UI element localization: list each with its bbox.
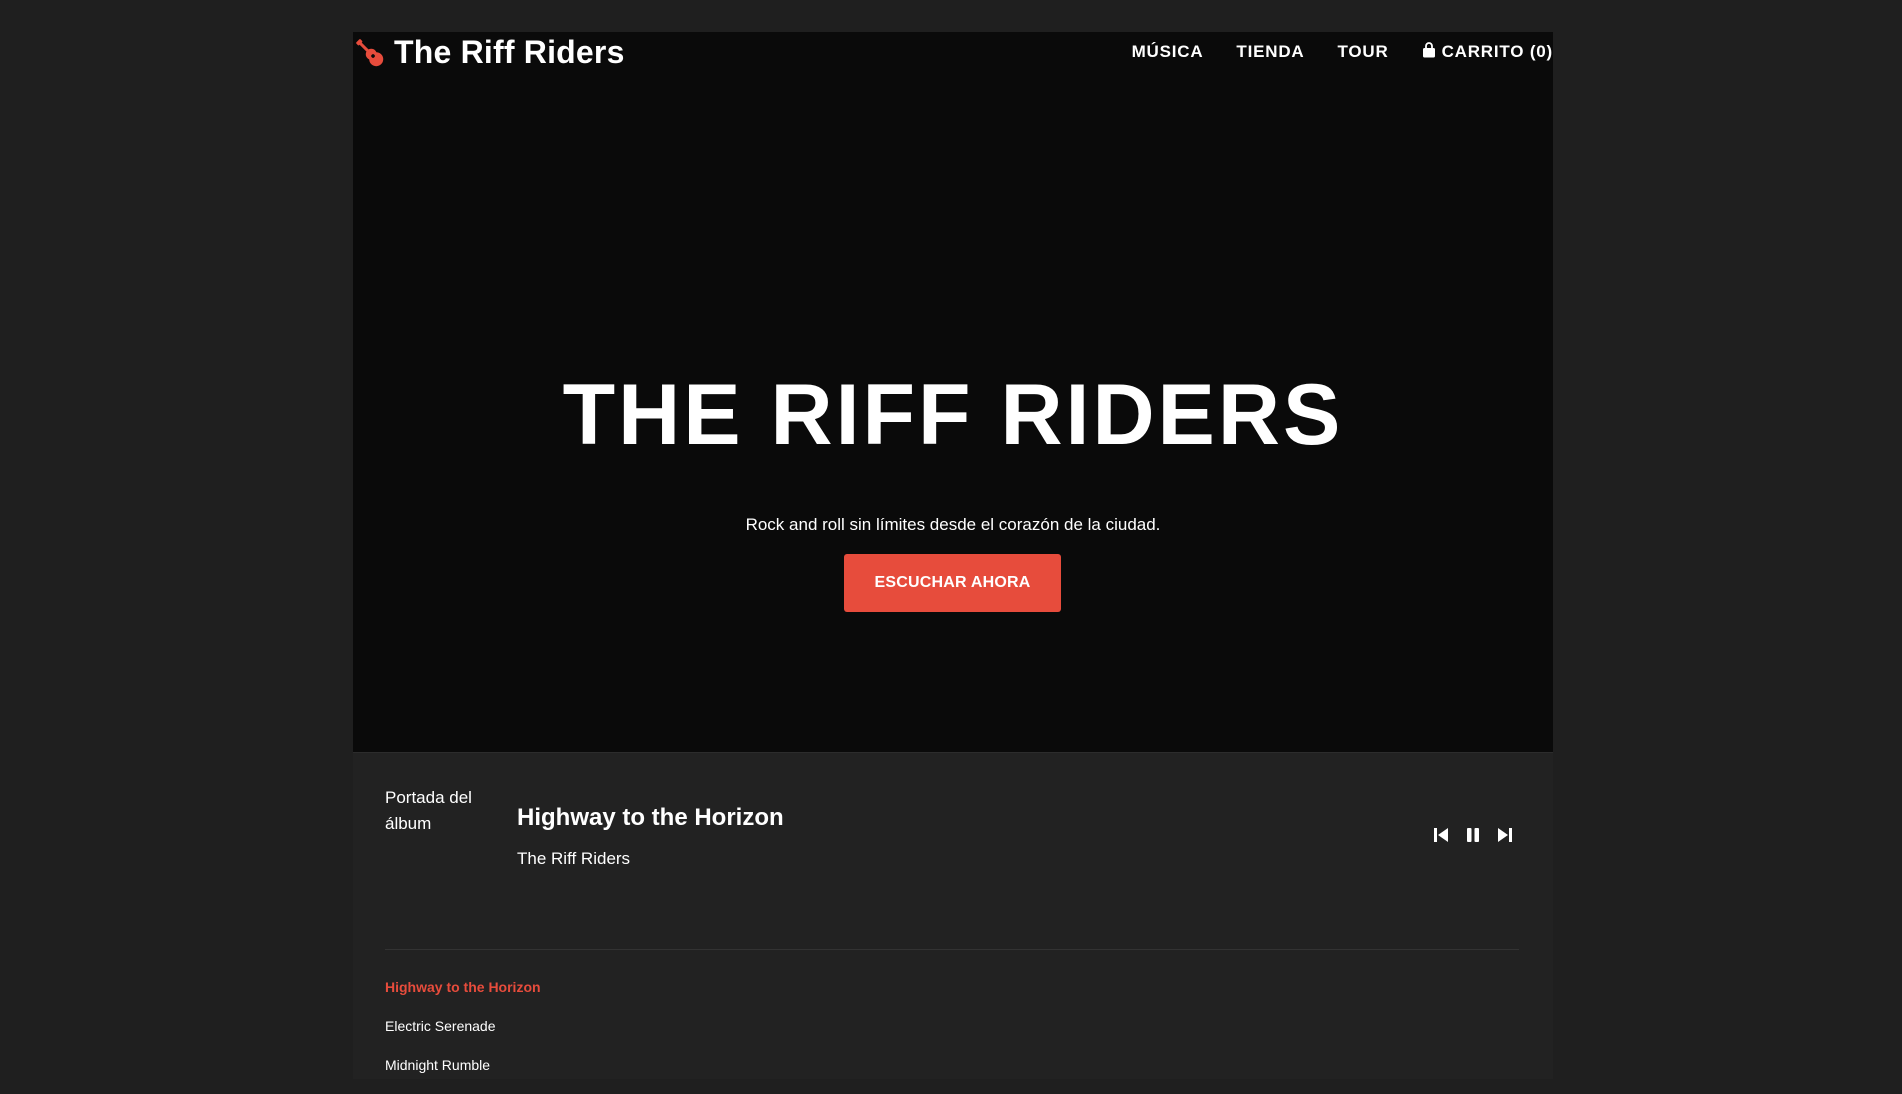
site-header: The Riff Riders MÚSICA TIENDA TOUR CARRI… [353, 32, 1553, 72]
playlist-item[interactable]: Electric Serenade [385, 1016, 541, 1055]
now-playing-artist: The Riff Riders [517, 849, 631, 868]
guitar-icon [353, 36, 386, 69]
player-controls [1430, 824, 1526, 846]
now-playing-title: Highway to the Horizon [517, 804, 784, 831]
playlist-item[interactable]: Midnight Rumble [385, 1055, 541, 1094]
logo-link[interactable]: The Riff Riders [353, 32, 625, 72]
page-container: The Riff Riders MÚSICA TIENDA TOUR CARRI… [353, 32, 1553, 1079]
playlist: Highway to the Horizon Electric Serenade… [385, 977, 541, 1094]
brand-name: The Riff Riders [394, 33, 625, 70]
main-nav: MÚSICA TIENDA TOUR CARRITO (0) [1099, 32, 1553, 72]
hero-subtitle: Rock and roll sin límites desde el coraz… [745, 515, 1161, 534]
nav-item-musica[interactable]: MÚSICA [1132, 42, 1204, 62]
cart-label: CARRITO (0) [1441, 42, 1553, 61]
pause-icon[interactable] [1462, 824, 1484, 846]
nav-item-tour[interactable]: TOUR [1338, 42, 1389, 62]
playlist-item-active[interactable]: Highway to the Horizon [385, 977, 541, 1016]
shopping-bag-icon [1422, 41, 1436, 63]
album-cover-image: Portada del álbum [385, 788, 472, 833]
nav-item-cart[interactable]: CARRITO (0) [1422, 41, 1553, 63]
music-player: Portada del álbum Highway to the Horizon… [353, 752, 1553, 1079]
skip-next-icon[interactable] [1494, 824, 1516, 846]
listen-now-button[interactable]: ESCUCHAR AHORA [844, 554, 1061, 612]
skip-previous-icon[interactable] [1430, 824, 1452, 846]
hero-title: THE RIFF RIDERS [562, 367, 1344, 463]
player-divider [385, 949, 1519, 950]
nav-item-tienda[interactable]: TIENDA [1236, 42, 1304, 62]
